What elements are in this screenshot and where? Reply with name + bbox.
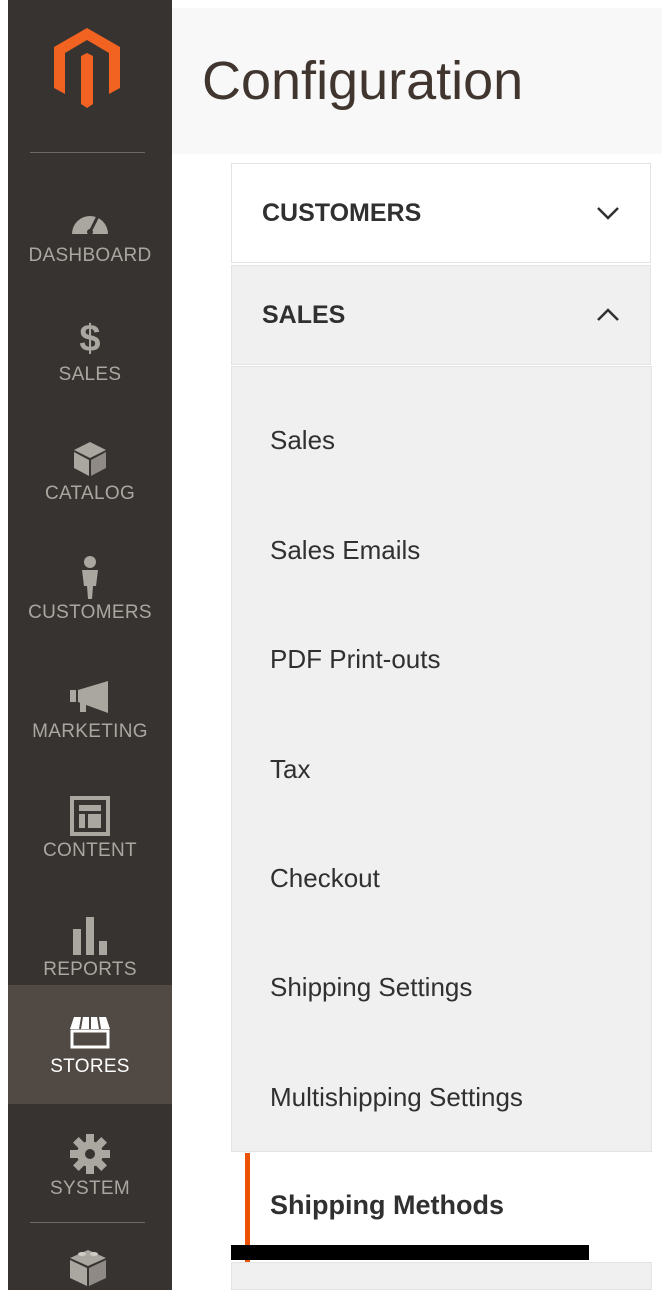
section-sales[interactable]: SALES (231, 265, 651, 365)
megaphone-icon (70, 680, 108, 713)
submenu-item-checkout[interactable]: Checkout (270, 863, 380, 894)
sidebar-item-catalog[interactable]: CATALOG (8, 412, 172, 531)
dollar-icon: $ (79, 318, 101, 360)
sidebar-item-system[interactable]: SYSTEM (8, 1107, 172, 1226)
chevron-up-icon (597, 308, 619, 321)
dashboard-icon (72, 214, 108, 235)
section-customers[interactable]: CUSTOMERS (231, 163, 651, 263)
submenu-item-shipping-settings[interactable]: Shipping Settings (270, 972, 472, 1003)
submenu-item-shipping-methods[interactable]: Shipping Methods (270, 1190, 504, 1221)
submenu-item-sales[interactable]: Sales (270, 425, 335, 456)
person-icon (82, 555, 98, 599)
section-sales-label: SALES (262, 300, 346, 329)
submenu-item-sales-emails[interactable]: Sales Emails (270, 535, 420, 566)
submenu-item-tax[interactable]: Tax (270, 754, 310, 785)
content-area (172, 154, 662, 163)
extensions-blocks-icon[interactable] (66, 1244, 110, 1288)
page-title: Configuration (202, 51, 524, 111)
storefront-icon (70, 1016, 110, 1048)
sidebar-divider (30, 1222, 145, 1223)
box-icon (74, 441, 106, 476)
gear-icon (70, 1133, 110, 1174)
bar-chart-icon (73, 916, 107, 955)
admin-sidebar: DASHBOARD $ SALES CATALOG CUSTOMERS MARK… (0, 0, 172, 1290)
magento-logo-icon[interactable] (52, 26, 122, 110)
chevron-down-icon (597, 207, 619, 220)
section-customers-label: CUSTOMERS (262, 198, 422, 227)
sidebar-edge (0, 0, 8, 1290)
sidebar-item-stores[interactable]: STORES (8, 985, 172, 1104)
sidebar-item-marketing[interactable]: MARKETING (8, 650, 172, 769)
submenu-item-multishipping-settings[interactable]: Multishipping Settings (270, 1082, 523, 1113)
sidebar-item-customers[interactable]: CUSTOMERS (8, 531, 172, 650)
sidebar-item-sales[interactable]: $ SALES (8, 293, 172, 412)
layout-icon (70, 795, 110, 836)
page-header: Configuration (172, 8, 662, 155)
sidebar-divider (30, 152, 145, 153)
redaction-bar (231, 1245, 589, 1260)
sidebar-item-dashboard[interactable]: DASHBOARD (8, 174, 172, 293)
sidebar-item-content[interactable]: CONTENT (8, 769, 172, 888)
submenu-item-pdf-print-outs[interactable]: PDF Print-outs (270, 644, 441, 675)
next-submenu-item[interactable] (231, 1262, 652, 1290)
